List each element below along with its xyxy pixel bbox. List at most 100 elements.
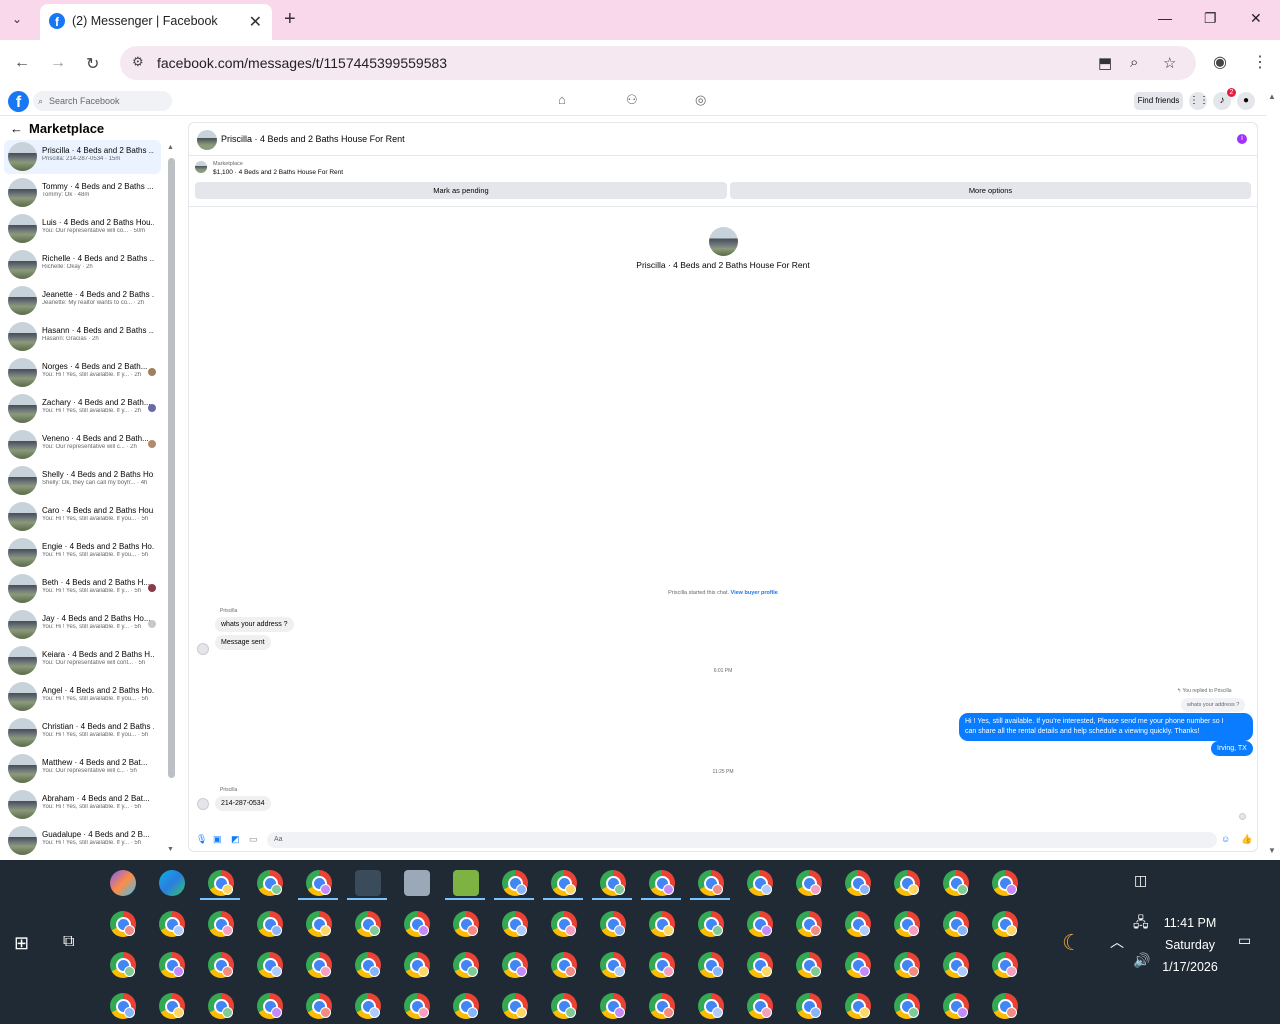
zoom-icon[interactable]: ⌕ <box>1130 54 1138 71</box>
chrome-icon[interactable] <box>943 993 969 1019</box>
forward-icon[interactable]: → <box>50 54 66 72</box>
chrome-icon[interactable] <box>747 911 773 937</box>
chrome-icon[interactable] <box>257 870 283 896</box>
chrome-icon[interactable] <box>159 952 185 978</box>
conversation-item[interactable]: Norges · 4 Beds and 2 Bath... You: Hi ! Y… <box>4 356 161 390</box>
conversation-item[interactable]: Richelle · 4 Beds and 2 Baths ... Richell… <box>4 248 161 282</box>
chrome-icon[interactable] <box>894 993 920 1019</box>
conversation-item[interactable]: Priscilla · 4 Beds and 2 Baths ... Prisci… <box>4 140 161 174</box>
photo-icon[interactable]: ▣ <box>213 834 222 845</box>
mark-as-pending-button[interactable]: Mark as pending <box>195 182 727 199</box>
windows-start-icon[interactable]: ⊞ <box>14 933 29 954</box>
chrome-icon[interactable] <box>894 952 920 978</box>
chrome-icon[interactable] <box>551 952 577 978</box>
conversation-avatar[interactable] <box>709 227 738 256</box>
chrome-icon[interactable] <box>649 870 675 896</box>
tab-close-icon[interactable]: ✕ <box>249 12 262 32</box>
chrome-icon[interactable] <box>894 870 920 896</box>
chrome-icon[interactable] <box>257 911 283 937</box>
chrome-icon[interactable] <box>306 911 332 937</box>
chrome-icon[interactable] <box>404 952 430 978</box>
app-window-icon[interactable] <box>355 870 381 896</box>
my-message-bubble[interactable]: Irving, TX <box>1211 741 1253 756</box>
copilot-icon[interactable] <box>110 870 136 896</box>
listing-thumbnail[interactable] <box>195 161 207 173</box>
find-friends-button[interactable]: Find friends <box>1134 92 1183 110</box>
notepad-icon[interactable] <box>453 870 479 896</box>
chrome-icon[interactable] <box>649 911 675 937</box>
scroll-up-icon[interactable]: ▲ <box>167 144 174 151</box>
chrome-icon[interactable] <box>404 993 430 1019</box>
message-bubble[interactable]: whats your address ? <box>215 617 294 632</box>
apps-menu-icon[interactable]: ⋮⋮ <box>1189 92 1209 110</box>
chrome-icon[interactable] <box>845 870 871 896</box>
new-tab-button[interactable]: + <box>284 8 296 31</box>
home-icon[interactable]: ⌂ <box>558 92 566 107</box>
chrome-icon[interactable] <box>306 952 332 978</box>
chrome-icon[interactable] <box>502 952 528 978</box>
chrome-icon[interactable] <box>894 911 920 937</box>
sender-avatar[interactable] <box>197 798 209 810</box>
chrome-icon[interactable] <box>747 993 773 1019</box>
sidebar-scrollbar[interactable] <box>168 158 175 778</box>
chrome-icon[interactable] <box>306 993 332 1019</box>
emoji-icon[interactable]: ☺ <box>1221 834 1230 844</box>
chrome-icon[interactable] <box>796 993 822 1019</box>
chrome-icon[interactable] <box>845 952 871 978</box>
chrome-icon[interactable] <box>649 952 675 978</box>
conversation-item[interactable]: Hasann · 4 Beds and 2 Baths ... Hasann: G… <box>4 320 161 354</box>
chrome-icon[interactable] <box>208 870 234 896</box>
chrome-icon[interactable] <box>992 993 1018 1019</box>
chrome-icon[interactable] <box>600 870 626 896</box>
scroll-down-icon[interactable]: ▼ <box>167 846 174 853</box>
page-scroll-down-icon[interactable]: ▼ <box>1268 846 1276 855</box>
quoted-message[interactable]: whats your address ? <box>1181 698 1246 712</box>
conversation-item[interactable]: Engie · 4 Beds and 2 Baths Ho... You: Hi … <box>4 536 161 570</box>
back-arrow-icon[interactable]: ← <box>10 121 23 136</box>
chrome-icon[interactable] <box>502 993 528 1019</box>
chrome-icon[interactable] <box>306 870 332 896</box>
chrome-icon[interactable] <box>698 870 724 896</box>
conversation-item[interactable]: Shelly · 4 Beds and 2 Baths Ho... Shelly:… <box>4 464 161 498</box>
chrome-icon[interactable] <box>110 952 136 978</box>
photos-icon[interactable] <box>404 870 430 896</box>
chrome-icon[interactable] <box>992 911 1018 937</box>
conversation-item[interactable]: Abraham · 4 Beds and 2 Bat... You: Hi ! Y… <box>4 788 161 822</box>
url-text[interactable]: facebook.com/messages/t/1157445399559583 <box>157 55 447 71</box>
sender-avatar[interactable] <box>197 643 209 655</box>
friends-icon[interactable]: ⚇ <box>626 92 638 108</box>
chrome-icon[interactable] <box>943 911 969 937</box>
view-buyer-profile-link[interactable]: View buyer profile <box>731 590 778 596</box>
site-info-icon[interactable]: ⚙ <box>132 54 144 70</box>
info-icon[interactable]: i <box>1237 134 1247 144</box>
bookmark-star-icon[interactable]: ☆ <box>1163 54 1176 72</box>
chrome-icon[interactable] <box>110 993 136 1019</box>
facebook-search-input[interactable]: ⌕ Search Facebook <box>33 91 172 111</box>
chrome-icon[interactable] <box>208 911 234 937</box>
chrome-icon[interactable] <box>355 952 381 978</box>
conversation-item[interactable]: Jeanette · 4 Beds and 2 Baths ... Jeanett… <box>4 284 161 318</box>
conversation-item[interactable]: Keiara · 4 Beds and 2 Baths H... You: Our… <box>4 644 161 678</box>
page-scroll-up-icon[interactable]: ▲ <box>1268 92 1276 101</box>
close-window-button[interactable]: ✕ <box>1250 10 1262 27</box>
conversation-item[interactable]: Luis · 4 Beds and 2 Baths Hou... You: Our… <box>4 212 161 246</box>
my-message-bubble[interactable]: Hi ! Yes, still available. If you're int… <box>959 713 1253 741</box>
volume-icon[interactable]: 🔊 <box>1133 952 1150 969</box>
chrome-icon[interactable] <box>796 952 822 978</box>
reload-icon[interactable]: ↻ <box>86 54 99 74</box>
menu-icon[interactable]: ⋮ <box>1252 52 1268 72</box>
chrome-icon[interactable] <box>796 870 822 896</box>
chrome-icon[interactable] <box>943 952 969 978</box>
chrome-icon[interactable] <box>502 911 528 937</box>
chrome-icon[interactable] <box>453 952 479 978</box>
like-icon[interactable]: 👍 <box>1241 834 1252 845</box>
chrome-icon[interactable] <box>551 870 577 896</box>
conversation-item[interactable]: Christian · 4 Beds and 2 Baths ... You: H… <box>4 716 161 750</box>
conversation-item[interactable]: Guadalupe · 4 Beds and 2 B... You: Hi ! Y… <box>4 824 161 858</box>
chrome-icon[interactable] <box>551 993 577 1019</box>
weather-moon-icon[interactable]: ☾ <box>1062 930 1082 956</box>
chrome-icon[interactable] <box>551 911 577 937</box>
chrome-icon[interactable] <box>600 952 626 978</box>
meet-now-icon[interactable]: ◫ <box>1134 872 1147 889</box>
chrome-icon[interactable] <box>159 993 185 1019</box>
